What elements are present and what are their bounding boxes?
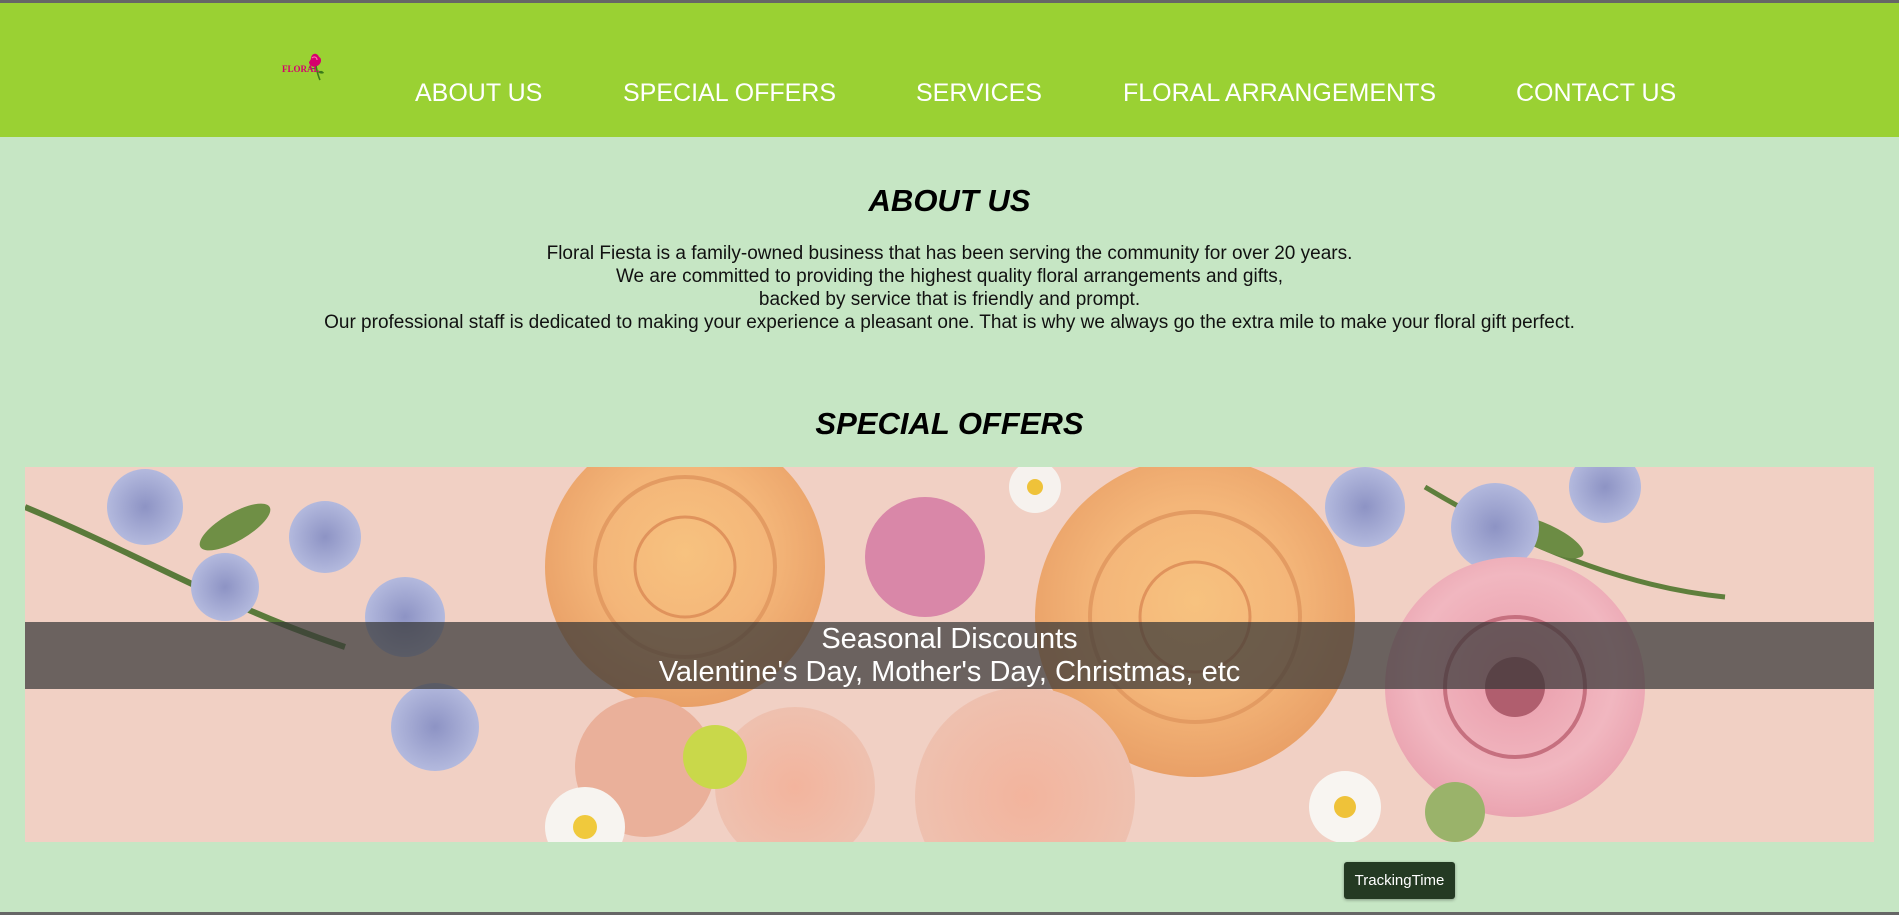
about-description: Floral Fiesta is a family-owned business… xyxy=(0,242,1899,334)
about-line: Our professional staff is dedicated to m… xyxy=(324,312,1575,333)
nav-special-offers[interactable]: SPECIAL OFFERS xyxy=(623,75,836,111)
main-nav: ABOUT US SPECIAL OFFERS SERVICES FLORAL … xyxy=(0,75,1899,111)
about-line: Floral Fiesta is a family-owned business… xyxy=(546,243,1353,264)
logo-text: FLORAL xyxy=(282,64,320,74)
slide-subtitle: Valentine's Day, Mother's Day, Christmas… xyxy=(658,656,1241,688)
about-heading: ABOUT US xyxy=(868,183,1031,218)
nav-about-us[interactable]: ABOUT US xyxy=(415,75,542,111)
slide-caption: Seasonal Discounts Valentine's Day, Moth… xyxy=(25,622,1874,689)
offers-slideshow[interactable]: Seasonal Discounts Valentine's Day, Moth… xyxy=(25,467,1874,842)
about-line: backed by service that is friendly and p… xyxy=(758,289,1141,310)
nav-services[interactable]: SERVICES xyxy=(916,75,1042,111)
slide-title: Seasonal Discounts xyxy=(821,623,1078,655)
site-header: FLORAL ABOUT US SPECIAL OFFERS SERVICES … xyxy=(0,3,1899,137)
special-offers-heading: SPECIAL OFFERS xyxy=(815,406,1084,441)
nav-floral-arrangements[interactable]: FLORAL ARRANGEMENTS xyxy=(1123,75,1436,111)
tracking-time-button[interactable]: TrackingTime xyxy=(1344,862,1455,899)
about-line: We are committed to providing the highes… xyxy=(615,266,1284,287)
nav-contact-us[interactable]: CONTACT US xyxy=(1516,75,1676,111)
